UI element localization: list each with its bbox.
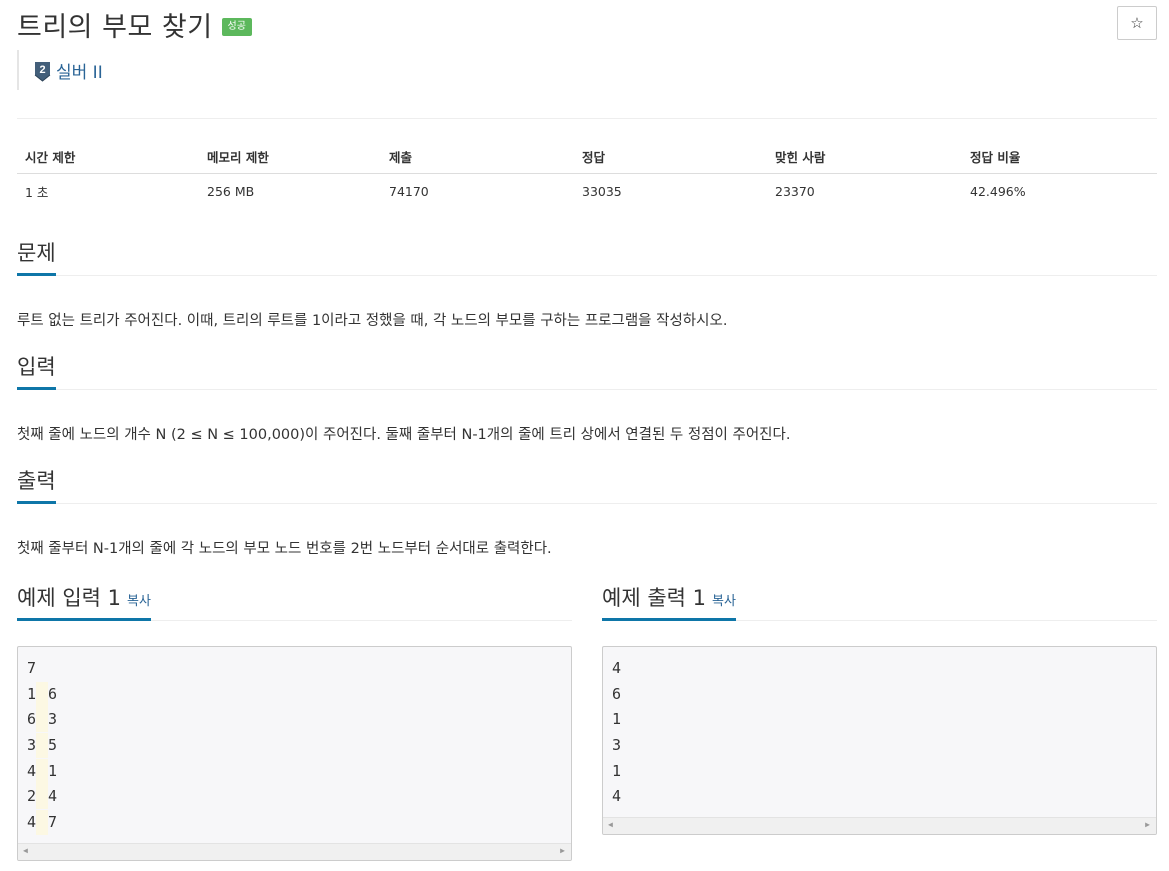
horizontal-scrollbar[interactable]: ◀ ▶ [18, 843, 571, 860]
divider [17, 118, 1157, 119]
star-icon: ☆ [1130, 15, 1144, 32]
code-line: 24 [27, 784, 562, 810]
copy-sample-output-button[interactable]: 복사 [712, 594, 736, 609]
code-token: 4 [48, 787, 58, 806]
code-line: 6 [612, 682, 1147, 708]
input-text: 첫째 줄에 노드의 개수 N (2 ≤ N ≤ 100,000)이 주어진다. … [17, 427, 791, 443]
time-limit-cell: 1 초 [25, 184, 49, 200]
code-line: 1 [612, 759, 1147, 785]
output-text: 첫째 줄부터 N-1개의 줄에 각 노드의 부모 노드 번호를 2번 노드부터 … [17, 541, 552, 557]
code-token: 4 [612, 659, 622, 677]
whitespace-highlight [36, 733, 49, 759]
code-token: 1 [27, 684, 37, 703]
code-token: 1 [612, 761, 622, 780]
memory-limit-cell: 256 MB [207, 183, 255, 199]
code-token: 6 [612, 684, 622, 703]
scroll-right-icon[interactable]: ▶ [1145, 820, 1150, 829]
star-button[interactable]: ☆ [1117, 6, 1157, 40]
code-token: 4 [27, 761, 37, 780]
tier-number: 2 [39, 64, 45, 76]
horizontal-scrollbar[interactable]: ◀ ▶ [603, 817, 1156, 834]
description-text: 루트 없는 트리가 주어진다. 이때, 트리의 루트를 1이라고 정했을 때, … [17, 313, 728, 329]
code-token: 6 [48, 684, 58, 703]
sample-output-title: 예제 출력 1 [602, 586, 706, 610]
input-headline: 입력 [17, 355, 1157, 391]
section-heading: 예제 출력 1 복사 [602, 586, 736, 622]
whitespace-highlight [36, 707, 49, 733]
copy-sample-input-button[interactable]: 복사 [127, 594, 151, 609]
code-token: 4 [612, 787, 622, 806]
scroll-right-icon[interactable]: ▶ [560, 846, 565, 855]
column-header: 맞힌 사람 [767, 140, 962, 174]
table-row: 1 초 256 MB 74170 33035 23370 42.496% [17, 173, 1157, 209]
column-header: 시간 제한 [17, 140, 199, 174]
scroll-left-icon[interactable]: ◀ [608, 820, 613, 829]
section-heading: 예제 입력 1 복사 [17, 586, 151, 622]
column-header: 제출 [381, 140, 574, 174]
sample-input-title: 예제 입력 1 [17, 586, 121, 610]
code-line: 1 [612, 707, 1147, 733]
code-line: 35 [27, 733, 562, 759]
page-title: 트리의 부모 찾기 [17, 11, 213, 43]
sample-input-box[interactable]: 7166335412447 ◀ ▶ [17, 646, 572, 861]
sample-output-box[interactable]: 4 6 1 3 1 4 ◀ ▶ [602, 646, 1157, 835]
code-token: 4 [27, 813, 37, 832]
column-header: 정답 [574, 140, 767, 174]
code-token: 1 [48, 761, 58, 780]
sample-output-lines: 4 6 1 3 1 4 [603, 647, 1156, 810]
submissions-cell: 74170 [389, 183, 429, 199]
code-line: 4 [612, 656, 1147, 682]
code-token: 7 [48, 813, 58, 832]
scroll-left-icon[interactable]: ◀ [23, 846, 28, 855]
code-token: 3 [27, 736, 37, 755]
silver-tier-icon: 2 [34, 61, 51, 82]
code-line: 4 [612, 784, 1147, 810]
code-line: 63 [27, 707, 562, 733]
section-heading: 출력 [17, 469, 56, 505]
code-token: 3 [48, 710, 58, 729]
whitespace-highlight [36, 784, 49, 810]
code-token: 2 [27, 787, 37, 806]
code-line: 3 [612, 733, 1147, 759]
accepted-cell: 33035 [582, 183, 622, 199]
whitespace-highlight [36, 810, 49, 836]
output-headline: 출력 [17, 469, 1157, 505]
code-token: 6 [27, 710, 37, 729]
sample-input-lines: 7166335412447 [18, 647, 571, 836]
problem-header: 트리의 부모 찾기 성공 [17, 4, 252, 44]
sample-output-headline: 예제 출력 1 복사 [602, 586, 1157, 622]
sample-input-headline: 예제 입력 1 복사 [17, 586, 572, 622]
code-line: 16 [27, 681, 562, 708]
solved-users-cell: 23370 [775, 183, 815, 199]
code-token: 1 [612, 710, 622, 729]
accept-ratio-cell: 42.496% [970, 183, 1026, 199]
whitespace-highlight [36, 758, 49, 784]
status-badge: 성공 [221, 18, 252, 36]
code-token: 3 [612, 736, 622, 755]
tier-link[interactable]: 실버 II [56, 58, 103, 83]
code-token: 5 [48, 736, 58, 755]
code-line: 7 [27, 656, 562, 682]
column-header: 메모리 제한 [199, 140, 381, 174]
whitespace-highlight [36, 681, 49, 707]
code-token: 7 [27, 659, 37, 677]
table-header-row: 시간 제한 메모리 제한 제출 정답 맞힌 사람 정답 비율 [17, 140, 1157, 174]
section-heading: 문제 [17, 241, 56, 277]
tier-block: 2 실버 II [17, 50, 103, 90]
column-header: 정답 비율 [962, 140, 1157, 174]
code-line: 41 [27, 758, 562, 785]
description-headline: 문제 [17, 241, 1157, 277]
code-line: 47 [27, 810, 562, 836]
problem-info-table: 시간 제한 메모리 제한 제출 정답 맞힌 사람 정답 비율 1 초 256 M… [17, 140, 1157, 209]
section-heading: 입력 [17, 355, 56, 391]
